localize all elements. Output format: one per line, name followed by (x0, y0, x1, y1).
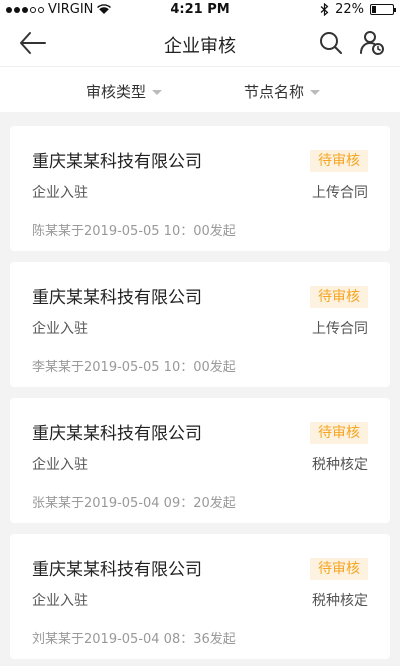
chevron-down-icon (310, 90, 321, 95)
search-icon[interactable] (318, 30, 344, 56)
initiator-info: 李某某于2019-05-05 10：00发起 (32, 360, 236, 375)
audit-card[interactable]: 重庆某某科技有限公司 待审核 企业入驻 上传合同 陈某某于2019-05-05 … (10, 126, 390, 251)
battery-fill (372, 6, 377, 13)
node-name: 上传合同 (312, 185, 368, 201)
status-badge: 待审核 (310, 422, 368, 444)
status-badge: 待审核 (310, 558, 368, 580)
company-name: 重庆某某科技有限公司 (32, 152, 202, 172)
company-name: 重庆某某科技有限公司 (32, 288, 202, 308)
initiator-info: 张某某于2019-05-04 09：20发起 (32, 496, 236, 511)
bluetooth-icon (320, 3, 329, 16)
status-badge: 待审核 (310, 286, 368, 308)
audit-card[interactable]: 重庆某某科技有限公司 待审核 企业入驻 税种核定 刘某某于2019-05-04 … (10, 534, 390, 659)
user-review-icon[interactable] (358, 29, 386, 57)
status-right: 22% (320, 2, 396, 17)
audit-type: 企业入驻 (32, 593, 88, 609)
audit-type: 企业入驻 (32, 321, 88, 337)
filter-node-name[interactable]: 节点名称 (244, 81, 321, 102)
audit-type: 企业入驻 (32, 185, 88, 201)
audit-type: 企业入驻 (32, 457, 88, 473)
company-name: 重庆某某科技有限公司 (32, 560, 202, 580)
initiator-info: 刘某某于2019-05-04 08：36发起 (32, 632, 236, 647)
filter-audit-type-label: 审核类型 (86, 83, 147, 101)
filter-node-name-label: 节点名称 (244, 83, 305, 101)
node-name: 税种核定 (312, 593, 368, 609)
node-name: 上传合同 (312, 321, 368, 337)
chevron-down-icon (152, 90, 163, 95)
status-badge: 待审核 (310, 150, 368, 172)
status-bar: VIRGIN 4:21 PM 22% (0, 0, 400, 20)
battery-icon (370, 4, 396, 15)
initiator-info: 陈某某于2019-05-05 10：00发起 (32, 224, 236, 239)
node-name: 税种核定 (312, 457, 368, 473)
audit-card[interactable]: 重庆某某科技有限公司 待审核 企业入驻 上传合同 李某某于2019-05-05 … (10, 262, 390, 387)
filter-bar: 审核类型 节点名称 (0, 66, 400, 112)
audit-card[interactable]: 重庆某某科技有限公司 待审核 企业入驻 税种核定 张某某于2019-05-04 … (10, 398, 390, 523)
nav-bar: 企业审核 (0, 20, 400, 66)
company-name: 重庆某某科技有限公司 (32, 424, 202, 444)
battery-percent: 22% (335, 2, 364, 17)
filter-audit-type[interactable]: 审核类型 (86, 81, 163, 102)
